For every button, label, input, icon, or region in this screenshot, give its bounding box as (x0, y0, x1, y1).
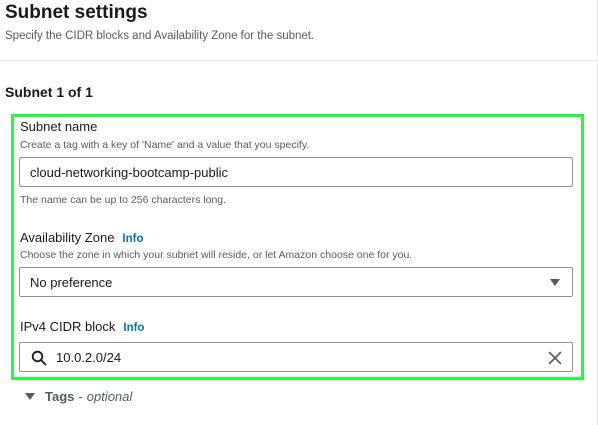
ipv4-cidr-label: IPv4 CIDR block (20, 319, 116, 334)
subnet-name-constraint: The name can be up to 256 characters lon… (20, 194, 227, 206)
subnet-count-heading: Subnet 1 of 1 (5, 84, 93, 100)
subnet-name-label: Subnet name (20, 119, 98, 134)
ipv4-cidr-label-row: IPv4 CIDR block Info (20, 319, 144, 334)
tags-optional-label: optional (86, 389, 133, 404)
tags-label: Tags (45, 389, 75, 404)
availability-zone-description: Choose the zone in which your subnet wil… (20, 249, 413, 261)
clear-icon[interactable] (548, 351, 562, 365)
ipv4-cidr-info-link[interactable]: Info (123, 322, 144, 334)
highlight-frame (11, 114, 584, 380)
search-icon (31, 350, 47, 366)
page-title: Subnet settings (5, 2, 148, 23)
caret-down-icon (25, 393, 35, 400)
tags-expander[interactable]: Tags - optional (25, 389, 132, 404)
page-description: Specify the CIDR blocks and Availability… (5, 30, 315, 42)
availability-zone-info-link[interactable]: Info (122, 233, 143, 245)
availability-zone-label: Availability Zone (20, 230, 115, 245)
caret-down-icon (550, 278, 560, 286)
ipv4-cidr-value: 10.0.2.0/24 (56, 349, 122, 365)
availability-zone-selected: No preference (30, 274, 113, 290)
subnet-name-value: cloud-networking-bootcamp-public (30, 164, 228, 180)
ipv4-cidr-input[interactable]: 10.0.2.0/24 (19, 342, 573, 372)
subnet-settings-page: Subnet settings Specify the CIDR blocks … (0, 0, 598, 425)
availability-zone-select[interactable]: No preference (19, 267, 573, 297)
availability-zone-label-row: Availability Zone Info (20, 230, 144, 245)
header-divider (0, 60, 598, 61)
tags-separator: - (78, 389, 83, 404)
subnet-name-description: Create a tag with a key of 'Name' and a … (20, 139, 310, 151)
subnet-name-input[interactable]: cloud-networking-bootcamp-public (19, 157, 573, 187)
